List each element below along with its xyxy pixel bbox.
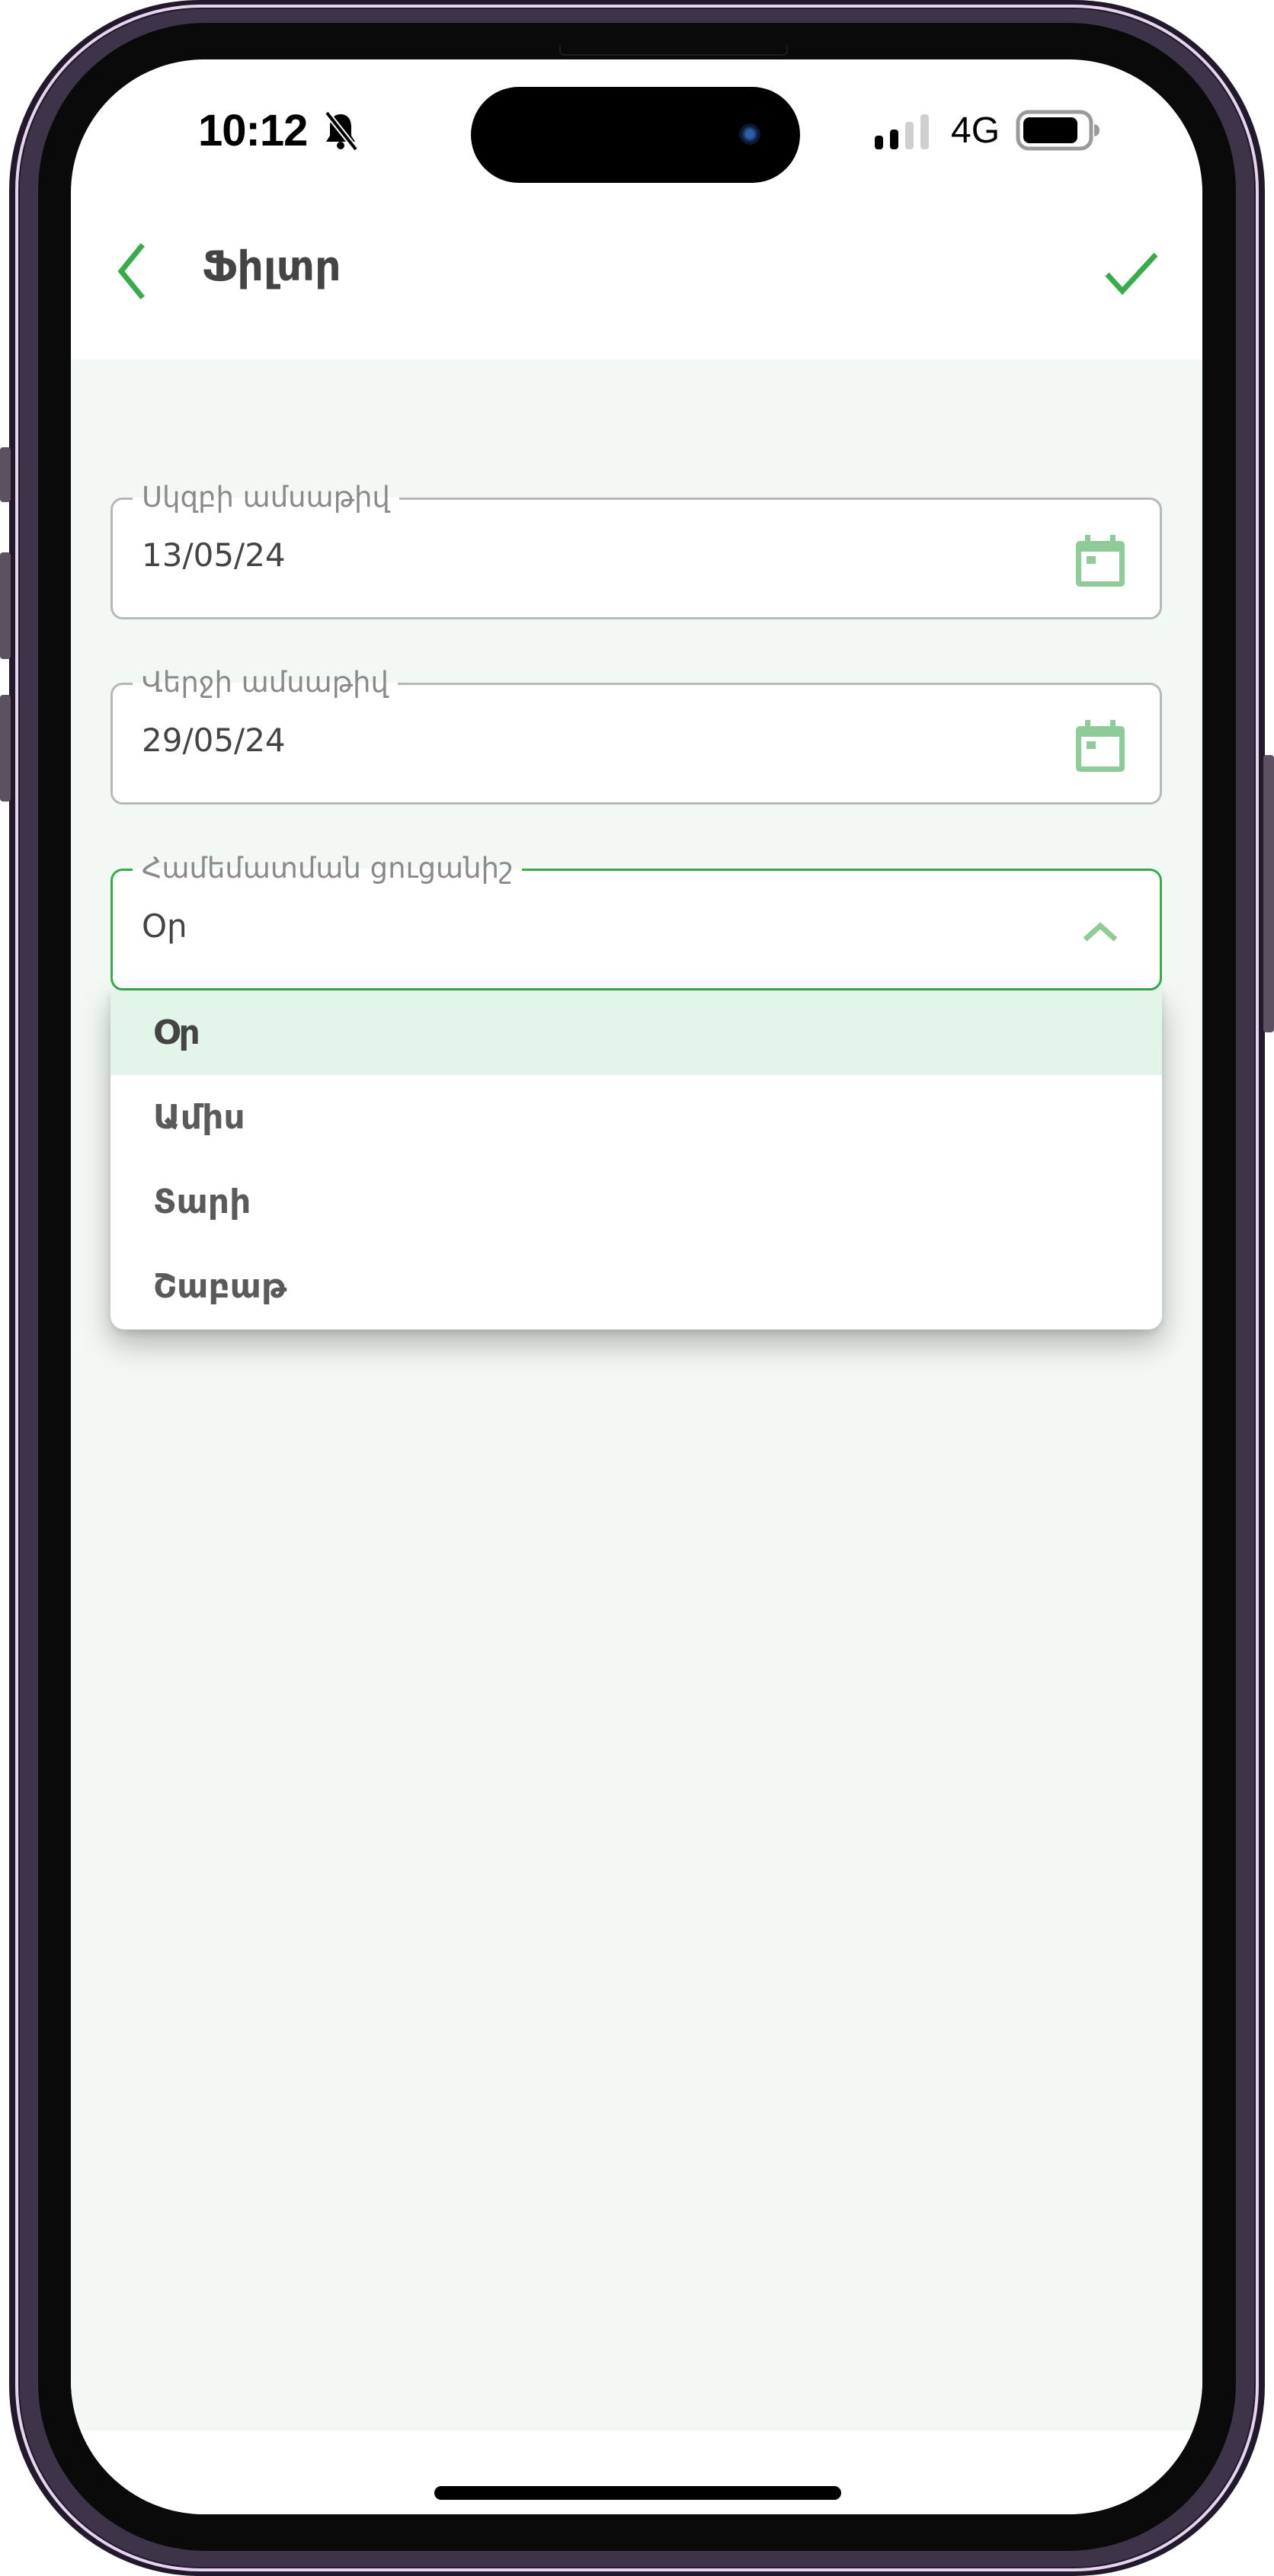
bottom-safe-area	[71, 2430, 1202, 2514]
battery-icon	[1016, 110, 1100, 151]
silent-switch	[0, 447, 11, 502]
calendar-icon[interactable]	[1074, 533, 1126, 588]
dropdown-option-month[interactable]: Ամիս	[110, 1075, 1162, 1160]
dropdown-option-week[interactable]: Շաբաթ	[110, 1244, 1162, 1329]
checkmark-icon[interactable]	[1101, 244, 1162, 302]
calendar-icon[interactable]	[1074, 718, 1126, 773]
volume-up-button	[0, 552, 11, 659]
cellular-signal-icon	[875, 114, 929, 149]
status-bar: 10:12 4G	[71, 59, 1202, 204]
end-date-label: Վերջի ամսաթիվ	[133, 665, 398, 700]
volume-down-button	[0, 695, 11, 802]
comparison-indicator-select[interactable]: Համեմատման ցուցանիշ Օր	[110, 851, 1162, 990]
start-date-field[interactable]: Սկզբի ամսաթիվ 13/05/24	[110, 480, 1162, 619]
start-date-label: Սկզբի ամսաթիվ	[133, 480, 399, 515]
front-camera	[739, 123, 760, 145]
end-date-value[interactable]: 29/05/24	[142, 722, 286, 759]
comparison-dropdown-menu: Օր Ամիս Տարի Շաբաթ	[110, 990, 1162, 1330]
dropdown-option-day[interactable]: Օր	[110, 990, 1162, 1075]
network-type: 4G	[951, 110, 1000, 151]
app-header: Ֆիլտր	[71, 204, 1202, 360]
bell-slash-icon	[324, 111, 359, 151]
end-date-field[interactable]: Վերջի ամսաթիվ 29/05/24	[110, 665, 1162, 805]
dropdown-option-year[interactable]: Տարի	[110, 1160, 1162, 1244]
dynamic-island	[471, 87, 800, 183]
filter-form: Սկզբի ամսաթիվ 13/05/24 Վերջի ամսաթիվ 29/…	[71, 360, 1202, 2430]
earpiece-speaker	[559, 45, 788, 56]
comparison-indicator-value[interactable]: Օր	[142, 907, 187, 945]
status-time: 10:12	[198, 106, 308, 155]
home-indicator[interactable]	[434, 2486, 841, 2500]
page-title: Ֆիլտր	[202, 242, 341, 290]
power-button	[1263, 755, 1274, 1032]
screen: 10:12 4G Ֆիլտր Սկզբի ամսաթիվ 13/05/24 Վե…	[71, 59, 1202, 2514]
comparison-indicator-label: Համեմատման ցուցանիշ	[133, 851, 523, 886]
chevron-left-icon[interactable]	[109, 241, 155, 302]
chevron-up-icon[interactable]	[1074, 904, 1126, 959]
start-date-value[interactable]: 13/05/24	[142, 536, 286, 574]
